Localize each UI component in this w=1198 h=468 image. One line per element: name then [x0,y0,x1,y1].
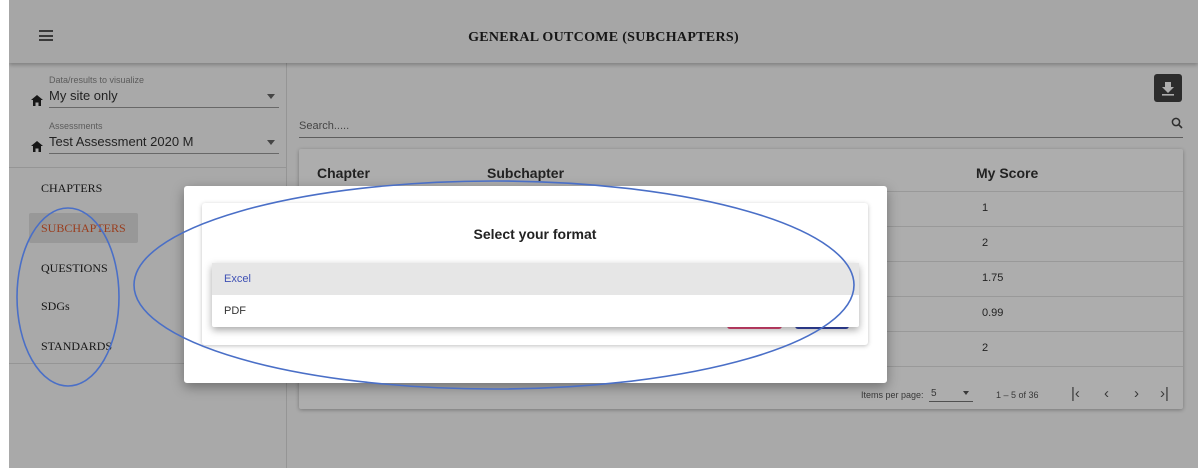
format-option-pdf[interactable]: PDF [212,295,859,327]
dialog-title: Select your format [473,226,597,242]
format-option-excel[interactable]: Excel [212,263,859,295]
app-window: GENERAL OUTCOME (SUBCHAPTERS) Data/resul… [9,0,1198,468]
format-dropdown-panel: Excel PDF [212,263,859,327]
